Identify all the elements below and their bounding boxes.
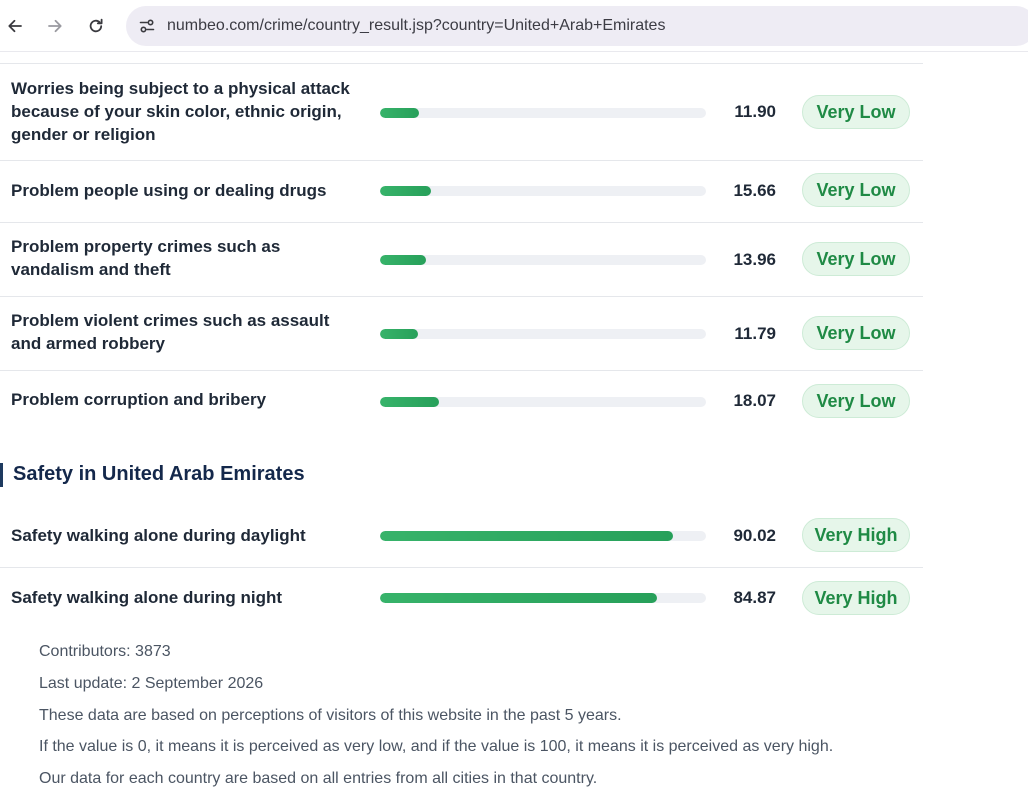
level-badge: Very Low: [802, 242, 910, 276]
page-content: Worries being subject to a physical atta…: [0, 52, 1028, 800]
row-label: Safety walking alone during daylight: [11, 526, 306, 545]
progress-bar: [380, 186, 706, 196]
address-bar[interactable]: numbeo.com/crime/country_result.jsp?coun…: [126, 6, 1028, 46]
progress-fill: [380, 593, 657, 603]
level-badge: Very Low: [802, 95, 910, 129]
data-scope-note: Our data for each country are based on a…: [39, 770, 598, 787]
crime-row-property-crimes: Problem property crimes such as vandalis…: [0, 223, 923, 297]
row-label: Safety walking alone during night: [11, 588, 283, 607]
progress-bar: [380, 329, 706, 339]
contributors-text: Contributors: 3873: [39, 643, 171, 660]
row-value: 11.90: [734, 102, 776, 121]
section-marker: [0, 463, 3, 487]
forward-button[interactable]: [41, 12, 69, 40]
progress-fill: [380, 531, 674, 541]
progress-bar: [380, 397, 706, 407]
last-update-text: Last update: 2 September 2026: [39, 675, 264, 692]
progress-fill: [380, 255, 426, 265]
progress-bar: [380, 531, 706, 541]
crime-row-corruption: Problem corruption and bribery 18.07 Ver…: [0, 371, 923, 433]
row-label: Problem people using or dealing drugs: [11, 181, 327, 200]
row-value: 18.07: [733, 391, 776, 410]
reload-icon: [89, 18, 103, 33]
crime-row-violent-crimes: Problem violent crimes such as assault a…: [0, 297, 923, 371]
back-button[interactable]: [1, 12, 29, 40]
row-label: Problem violent crimes such as assault a…: [11, 311, 330, 353]
level-badge: Very Low: [802, 316, 910, 350]
data-basis-note: These data are based on perceptions of v…: [39, 707, 622, 724]
row-value: 15.66: [733, 181, 776, 200]
progress-fill: [380, 397, 439, 407]
arrow-right-icon: [48, 19, 62, 33]
value-scale-note: If the value is 0, it means it is percei…: [39, 738, 834, 755]
progress-bar: [380, 255, 706, 265]
level-badge: Very Low: [802, 173, 910, 207]
progress-fill: [380, 186, 432, 196]
row-value: 84.87: [733, 588, 776, 607]
site-settings-icon: [139, 19, 155, 33]
crime-row-physical-attack: Worries being subject to a physical atta…: [0, 64, 923, 161]
progress-fill: [380, 108, 419, 118]
row-label: Worries being subject to a physical atta…: [11, 79, 350, 144]
row-value: 13.96: [733, 250, 776, 269]
level-badge: Very Low: [802, 384, 910, 418]
level-badge: Very High: [802, 581, 910, 615]
progress-bar: [380, 593, 706, 603]
progress-bar: [380, 108, 706, 118]
row-label: Problem property crimes such as vandalis…: [11, 237, 281, 279]
section-heading: Safety in United Arab Emirates: [13, 463, 305, 485]
row-value: 11.79: [734, 324, 776, 343]
url-text[interactable]: numbeo.com/crime/country_result.jsp?coun…: [167, 17, 665, 35]
safety-row-daylight: Safety walking alone during daylight 90.…: [0, 506, 923, 568]
reload-button[interactable]: [82, 12, 110, 40]
level-badge: Very High: [802, 518, 910, 552]
site-info-button[interactable]: [133, 12, 161, 40]
crime-row-drugs: Problem people using or dealing drugs 15…: [0, 161, 923, 223]
arrow-left-icon: [8, 19, 22, 33]
row-value: 90.02: [733, 526, 776, 545]
safety-row-night: Safety walking alone during night 84.87 …: [0, 568, 923, 630]
browser-toolbar: numbeo.com/crime/country_result.jsp?coun…: [0, 0, 1028, 52]
row-label: Problem corruption and bribery: [11, 390, 267, 409]
progress-fill: [380, 329, 419, 339]
